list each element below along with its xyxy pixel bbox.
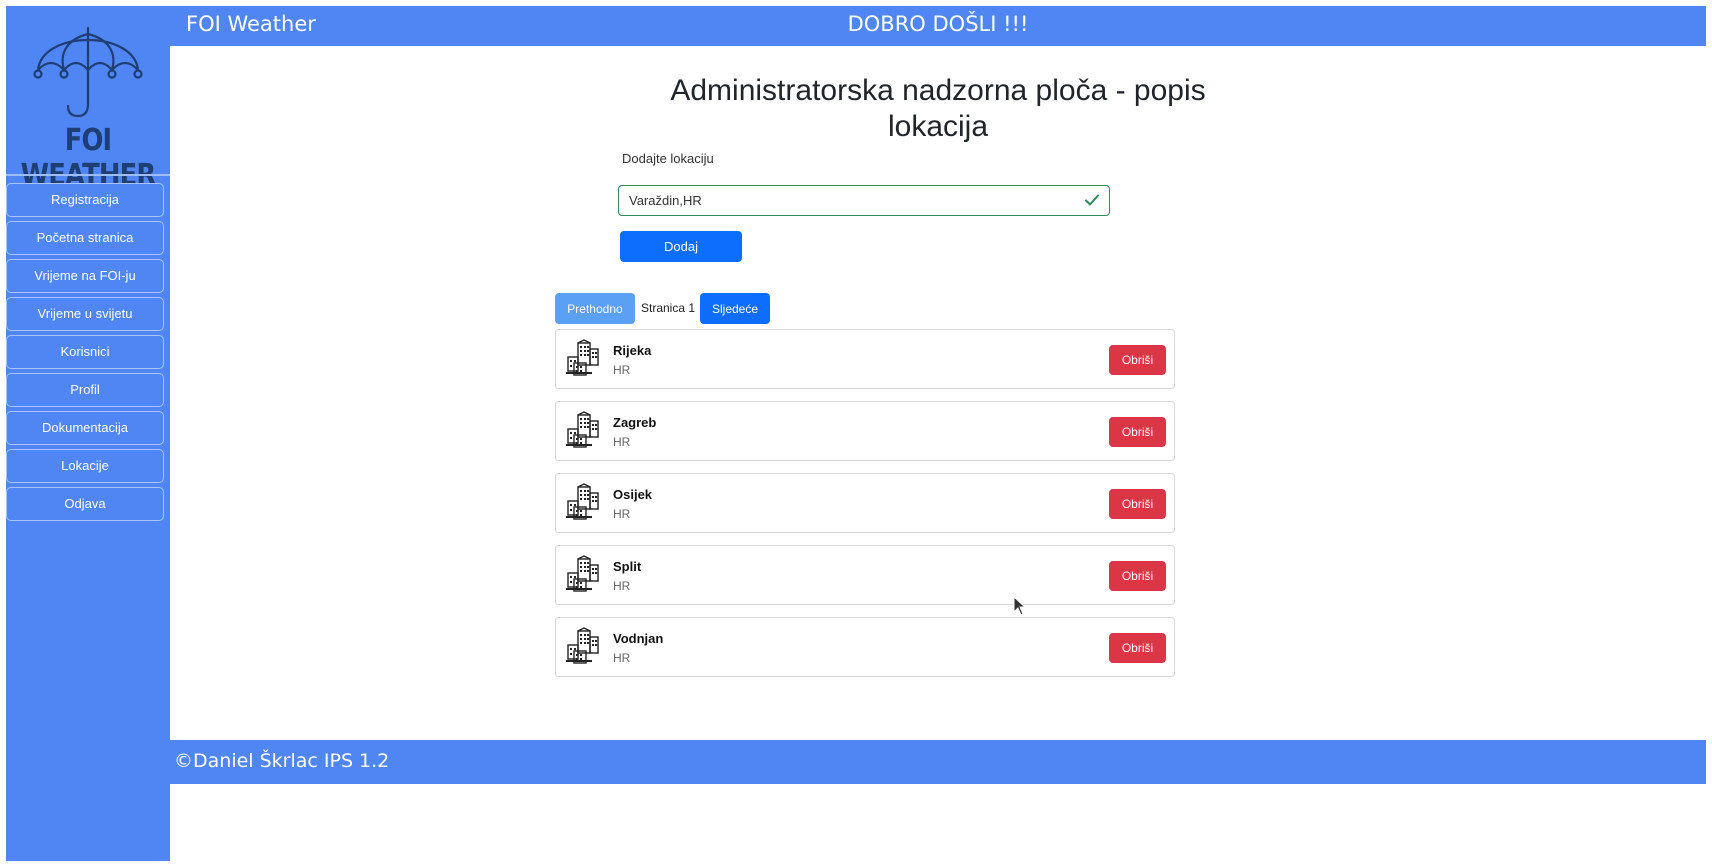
app-frame: FOI WEATHER Registracija Početna stranic… bbox=[6, 6, 1706, 861]
location-input[interactable] bbox=[619, 186, 1079, 215]
city-buildings-icon bbox=[565, 555, 599, 592]
city-buildings-icon bbox=[565, 339, 599, 376]
city-buildings-icon bbox=[565, 483, 599, 520]
sidebar-item-vrijeme-na-foi[interactable]: Vrijeme na FOI-ju bbox=[6, 259, 164, 293]
add-location-button[interactable]: Dodaj bbox=[620, 231, 742, 262]
location-name: Split bbox=[613, 559, 642, 574]
sidebar-item-registracija[interactable]: Registracija bbox=[6, 183, 164, 217]
delete-location-button[interactable]: Obriši bbox=[1109, 489, 1166, 519]
sidebar-item-dokumentacija[interactable]: Dokumentacija bbox=[6, 411, 164, 445]
location-country: HR bbox=[613, 579, 631, 593]
location-card: Vodnjan HR Obriši bbox=[555, 617, 1175, 677]
location-name: Rijeka bbox=[613, 343, 652, 358]
mouse-pointer-icon bbox=[1013, 596, 1027, 616]
location-input-wrapper bbox=[618, 185, 1110, 216]
check-icon bbox=[1085, 194, 1099, 206]
umbrella-icon bbox=[33, 26, 143, 118]
location-card: Osijek HR Obriši bbox=[555, 473, 1175, 533]
location-name: Zagreb bbox=[613, 415, 657, 430]
location-country: HR bbox=[613, 435, 631, 449]
delete-location-button[interactable]: Obriši bbox=[1109, 633, 1166, 663]
sidebar: FOI WEATHER Registracija Početna stranic… bbox=[6, 6, 170, 861]
page-indicator: Stranica 1 bbox=[641, 301, 696, 315]
footer-bar: ©Daniel Škrlac IPS 1.2 bbox=[170, 740, 1706, 784]
city-buildings-icon bbox=[565, 627, 599, 664]
page-title-line1: Administratorska nadzorna ploča - popis bbox=[670, 74, 1206, 107]
next-page-button[interactable]: Sljedeće bbox=[700, 293, 770, 324]
copyright-text: ©Daniel Škrlac IPS 1.2 bbox=[174, 750, 390, 772]
sidebar-divider bbox=[6, 174, 170, 176]
location-card: Zagreb HR Obriši bbox=[555, 401, 1175, 461]
city-buildings-icon bbox=[565, 411, 599, 448]
sidebar-item-odjava[interactable]: Odjava bbox=[6, 487, 164, 521]
sidebar-item-lokacije[interactable]: Lokacije bbox=[6, 449, 164, 483]
page-title: Administratorska nadzorna ploča - popis … bbox=[170, 73, 1706, 145]
location-country: HR bbox=[613, 507, 631, 521]
sidebar-item-korisnici[interactable]: Korisnici bbox=[6, 335, 164, 369]
sidebar-item-pocetna-stranica[interactable]: Početna stranica bbox=[6, 221, 164, 255]
delete-location-button[interactable]: Obriši bbox=[1109, 561, 1166, 591]
previous-page-button[interactable]: Prethodno bbox=[555, 293, 635, 324]
location-list: Rijeka HR Obriši Zagreb HR Obriši Osijek… bbox=[555, 329, 1175, 689]
logo[interactable]: FOI WEATHER bbox=[6, 6, 170, 193]
delete-location-button[interactable]: Obriši bbox=[1109, 417, 1166, 447]
location-country: HR bbox=[613, 363, 631, 377]
location-country: HR bbox=[613, 651, 631, 665]
delete-location-button[interactable]: Obriši bbox=[1109, 345, 1166, 375]
location-name: Osijek bbox=[613, 487, 653, 502]
welcome-text: DOBRO DOŠLI !!! bbox=[847, 12, 1029, 36]
sidebar-item-profil[interactable]: Profil bbox=[6, 373, 164, 407]
page-title-line2: lokacija bbox=[887, 110, 989, 143]
welcome-message: DOBRO DOŠLI !!! bbox=[170, 12, 1706, 36]
header-bar: FOI Weather DOBRO DOŠLI !!! bbox=[170, 6, 1706, 46]
sidebar-item-vrijeme-u-svijetu[interactable]: Vrijeme u svijetu bbox=[6, 297, 164, 331]
sidebar-nav: Registracija Početna stranica Vrijeme na… bbox=[6, 183, 170, 525]
location-card: Split HR Obriši bbox=[555, 545, 1175, 605]
add-location-label: Dodajte lokaciju bbox=[622, 151, 714, 166]
page-bottom-spacer bbox=[170, 784, 1706, 861]
location-name: Vodnjan bbox=[613, 631, 664, 646]
location-card: Rijeka HR Obriši bbox=[555, 329, 1175, 389]
